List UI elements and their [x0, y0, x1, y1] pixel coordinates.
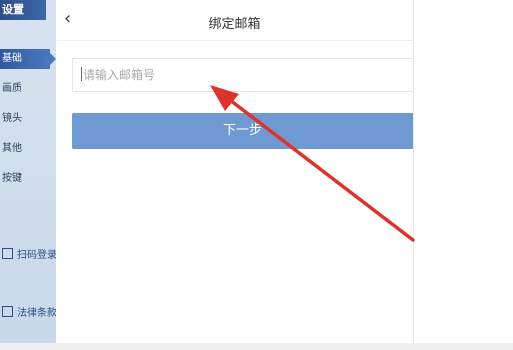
legal-terms-link[interactable]: 法律条款 [2, 304, 56, 319]
sidebar-item-camera[interactable]: 镜头 [0, 109, 56, 129]
bind-email-dialog: ‹ 绑定邮箱 请输入邮箱号 下一步 [56, 0, 414, 343]
dialog-header: ‹ 绑定邮箱 [56, 0, 413, 41]
next-step-button[interactable]: 下一步 [72, 113, 413, 149]
sidebar-item-other[interactable]: 其他 [0, 139, 56, 159]
document-icon [2, 306, 13, 317]
text-caret [81, 67, 82, 81]
sidebar-item-quality[interactable]: 画质 [0, 79, 56, 99]
bottom-strip [0, 343, 513, 350]
sidebar-title: 设置 [0, 0, 46, 20]
legal-terms-label: 法律条款 [17, 308, 56, 319]
email-input[interactable]: 请输入邮箱号 [72, 58, 413, 92]
email-placeholder: 请输入邮箱号 [83, 68, 156, 82]
dialog-title: 绑定邮箱 [208, 17, 261, 32]
scan-login-label: 扫码登录 [17, 250, 56, 261]
settings-sidebar: 设置 基础 画质 镜头 其他 按键 扫码登录 法律条款 [0, 0, 56, 343]
sidebar-item-basic[interactable]: 基础 [0, 49, 56, 69]
sidebar-item-keys[interactable]: 按键 [0, 169, 56, 189]
qr-scan-icon [2, 248, 13, 259]
scan-login-link[interactable]: 扫码登录 [2, 246, 56, 261]
